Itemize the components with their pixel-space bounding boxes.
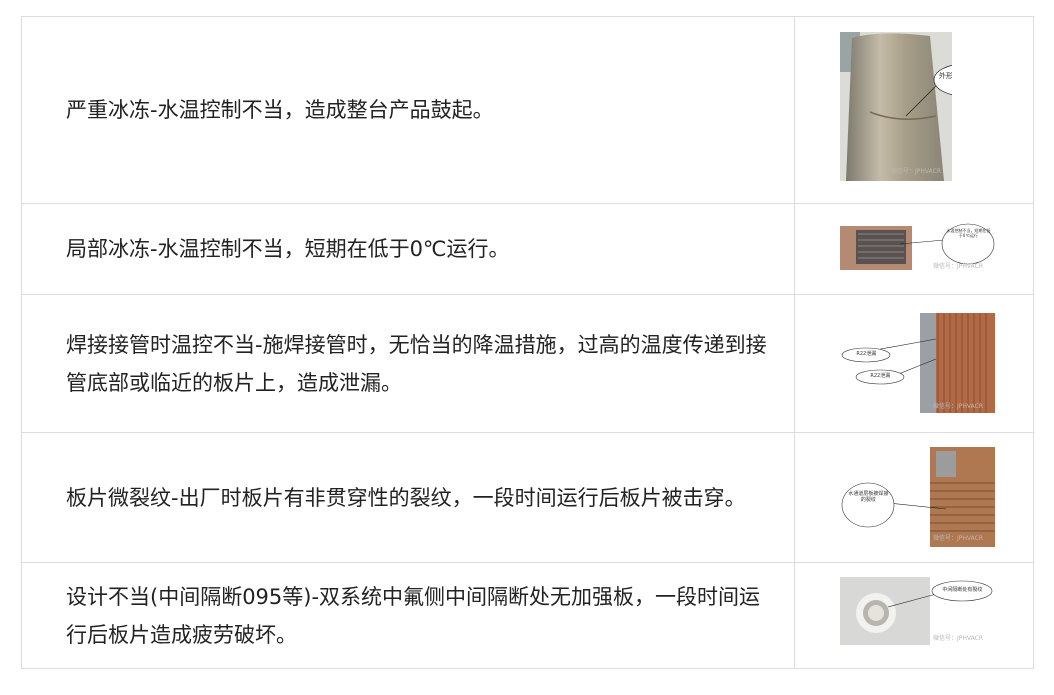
watermark: 微信号：JPHVACR — [891, 168, 941, 175]
case-photo-cell: 外形明显变形 微信号：JPHVACR — [794, 16, 1034, 204]
watermark: 微信号：JPHVACR — [933, 403, 983, 410]
callout-label: 外形明显变形 — [938, 72, 953, 80]
callout-label: 水温控制不当，短期在低于0℃运行 — [946, 228, 991, 238]
watermark: 微信号：JPHVACR — [933, 635, 983, 642]
failure-cases-table: 严重冰冻-水温控制不当，造成整台产品鼓起。 外形 微信号：JPHVACR 局部冰… — [20, 16, 1034, 669]
table-row: 焊接接管时温控不当-施焊接管时，无恰当的降温措施，过高的温度传递到接管底部或临近… — [20, 294, 1034, 433]
case-description: 设计不当(中间隔断095等)-双系统中氟侧中间隔断处无加强板，一段时间运行后板片… — [20, 562, 796, 669]
bulged-heat-exchanger-photo: 外形明显变形 — [840, 32, 953, 181]
case-description: 局部冰冻-水温控制不当，短期在低于0℃运行。 — [20, 203, 796, 295]
welded-connection-photo: R22泄漏 R22泄漏 — [840, 309, 996, 413]
callout-label: 水通道层板被焊接的裂纹 — [848, 491, 889, 503]
case-description: 板片微裂纹-出厂时板片有非贯穿性的裂纹，一段时间运行后板片被击穿。 — [20, 432, 796, 563]
case-photo-cell: 水温控制不当，短期在低于0℃运行 微信号：JPHVACR — [794, 203, 1034, 295]
case-photo-cell: 水通道层板被焊接的裂纹 微信号：JPHVACR — [794, 432, 1034, 563]
table-row: 局部冰冻-水温控制不当，短期在低于0℃运行。 水温控制不当，短期在低于0℃运行 … — [20, 203, 1034, 295]
watermark: 微信号：JPHVACR — [933, 263, 983, 270]
watermark: 微信号：JPHVACR — [933, 535, 983, 542]
callout-label-1: R22泄漏 — [856, 351, 877, 357]
case-description: 严重冰冻-水温控制不当，造成整台产品鼓起。 — [20, 16, 796, 204]
case-description: 焊接接管时温控不当-施焊接管时，无恰当的降温措施，过高的温度传递到接管底部或临近… — [20, 294, 796, 433]
table-row: 设计不当(中间隔断095等)-双系统中氟侧中间隔断处无加强板，一段时间运行后板片… — [20, 562, 1034, 669]
case-photo-cell: R22泄漏 R22泄漏 微信号：JPHVACR — [794, 294, 1034, 433]
callout-label: 中间隔断处有裂纹 — [942, 587, 983, 593]
case-photo-cell: 中间隔断处有裂纹 微信号：JPHVACR — [794, 562, 1034, 669]
cracked-plate-photo: 水通道层板被焊接的裂纹 — [840, 447, 996, 547]
callout-label-2: R22泄漏 — [870, 373, 891, 379]
table-row: 严重冰冻-水温控制不当，造成整台产品鼓起。 外形 微信号：JPHVACR — [20, 16, 1034, 204]
table-row: 板片微裂纹-出厂时板片有非贯穿性的裂纹，一段时间运行后板片被击穿。 水通道层板被… — [20, 432, 1034, 563]
